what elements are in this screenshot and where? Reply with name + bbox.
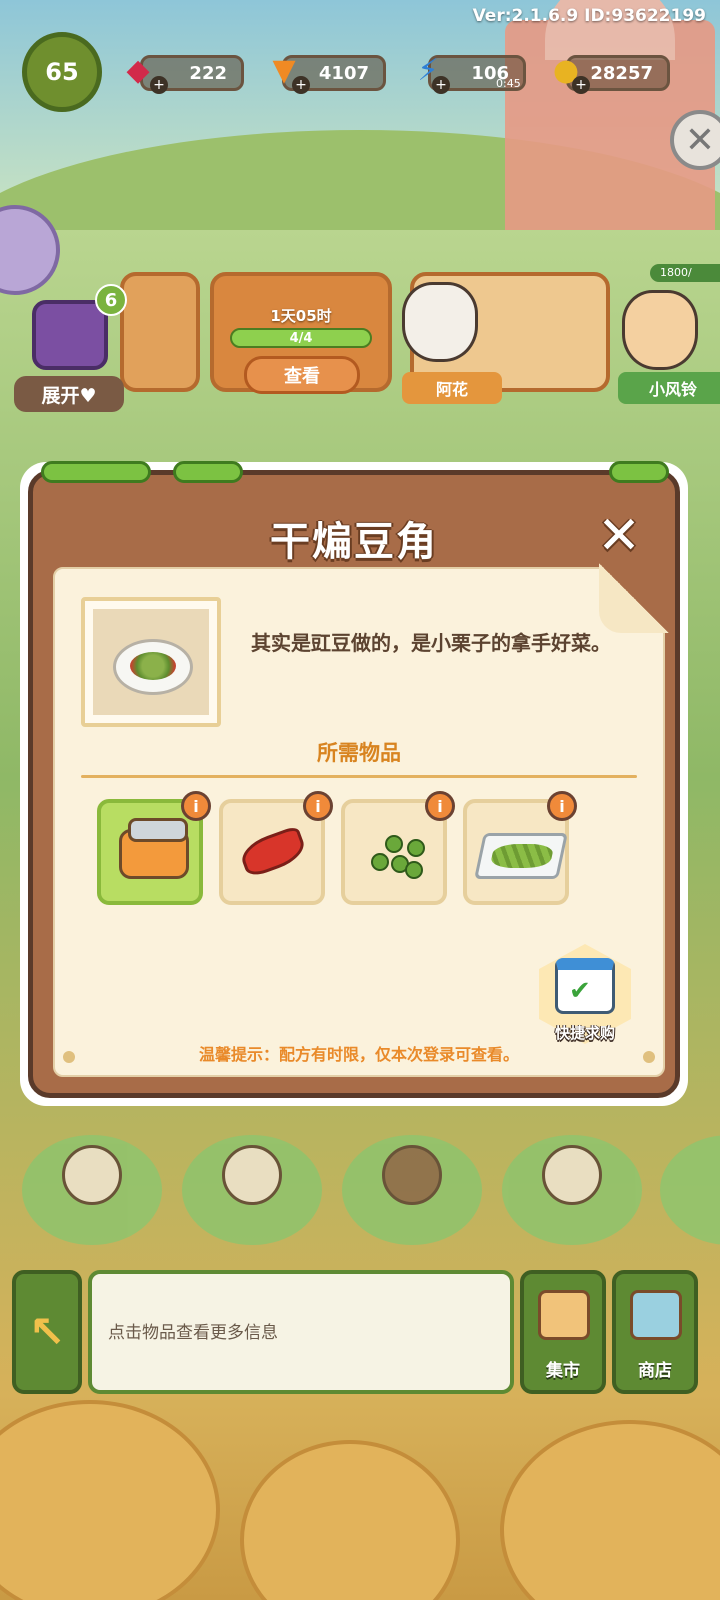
chest-count-badge: 6 bbox=[95, 284, 127, 316]
item-info-hint: 点击物品查看更多信息 bbox=[108, 1323, 278, 1343]
shop-label: 商店 bbox=[638, 1361, 672, 1381]
required-item-green-beans[interactable]: i bbox=[463, 791, 577, 905]
market-stall-icon bbox=[538, 1290, 590, 1340]
checkmark-icon: ✔ bbox=[569, 976, 591, 1006]
recipe-paper: 其实是豇豆做的，是小栗子的拿手好菜。 所需物品 i i i i ✔ 快捷求购 温… bbox=[53, 563, 669, 1077]
info-icon[interactable]: i bbox=[547, 791, 577, 821]
dialog-close-icon[interactable]: ✕ bbox=[593, 510, 645, 563]
add-coins-icon[interactable]: + bbox=[572, 76, 590, 94]
coins-value: 28257 bbox=[590, 62, 653, 84]
rabbit-avatar bbox=[62, 1145, 122, 1205]
chili-icon bbox=[237, 825, 309, 879]
farmhand-slot[interactable] bbox=[502, 1135, 642, 1245]
required-item-chili[interactable]: i bbox=[219, 791, 333, 905]
npc-progress-bar: 1800/ bbox=[650, 264, 720, 282]
order-card[interactable] bbox=[120, 272, 200, 392]
info-icon[interactable]: i bbox=[181, 791, 211, 821]
farmhand-slot[interactable] bbox=[182, 1135, 322, 1245]
green-beans-tray-icon bbox=[474, 833, 568, 879]
shiba-npc[interactable] bbox=[622, 290, 698, 370]
add-carrots-icon[interactable]: + bbox=[292, 76, 310, 94]
grass-decoration bbox=[609, 461, 669, 483]
info-icon[interactable]: i bbox=[303, 791, 333, 821]
dog-avatar bbox=[222, 1145, 282, 1205]
back-arrow-icon: ↖ bbox=[28, 1306, 66, 1358]
owl-avatar bbox=[382, 1145, 442, 1205]
dish-description: 其实是豇豆做的，是小栗子的拿手好菜。 bbox=[251, 631, 611, 655]
farmhand-slot[interactable] bbox=[22, 1135, 162, 1245]
dish-image-frame bbox=[81, 597, 221, 727]
section-divider bbox=[81, 775, 637, 778]
carrots-value: 4107 bbox=[318, 62, 369, 84]
required-item-pot[interactable]: i bbox=[97, 791, 211, 905]
treasure-chest-icon[interactable] bbox=[32, 300, 108, 370]
required-items-list: i i i i bbox=[97, 791, 577, 905]
version-id-text: Ver:2.1.6.9 ID:93622199 bbox=[472, 6, 706, 26]
quick-buy-label: 快捷求购 bbox=[554, 1024, 615, 1042]
energy-timer: 0:45 bbox=[496, 77, 521, 90]
market-label: 集市 bbox=[546, 1361, 580, 1381]
level-value: 65 bbox=[45, 58, 79, 86]
dialog-frame: 干煸豆角 ✕ 其实是豇豆做的，是小栗子的拿手好菜。 所需物品 i i i i ✔… bbox=[28, 461, 680, 1098]
add-energy-icon[interactable]: + bbox=[432, 76, 450, 94]
grass-decoration bbox=[41, 461, 151, 483]
grass-decoration bbox=[173, 461, 243, 483]
required-item-pepper[interactable]: i bbox=[341, 791, 455, 905]
cat-avatar bbox=[542, 1145, 602, 1205]
back-button[interactable]: ↖ bbox=[12, 1270, 82, 1394]
expand-button[interactable]: 展开♥ bbox=[14, 376, 124, 412]
tip-text: 温馨提示：配方有时限，仅本次登录可查看。 bbox=[198, 1045, 519, 1064]
required-items-title: 所需物品 bbox=[317, 741, 401, 765]
recipe-dialog: 干煸豆角 ✕ 其实是豇豆做的，是小栗子的拿手好菜。 所需物品 i i i i ✔… bbox=[20, 461, 688, 1106]
info-icon[interactable]: i bbox=[425, 791, 455, 821]
page-fold bbox=[599, 563, 669, 633]
add-gems-icon[interactable]: + bbox=[150, 76, 168, 94]
tiger-cat-npc[interactable] bbox=[402, 282, 478, 362]
player-level-badge[interactable]: 65 bbox=[22, 32, 102, 112]
view-order-button[interactable]: 查看 bbox=[244, 356, 360, 394]
dry-fried-beans-dish-icon bbox=[113, 639, 193, 695]
order-timer: 1天05时 bbox=[270, 307, 332, 325]
sichuan-pepper-icon bbox=[365, 825, 431, 887]
order-progress-bar: 4/4 bbox=[230, 328, 372, 348]
gems-value: 222 bbox=[189, 62, 227, 84]
order-progress-text: 4/4 bbox=[289, 330, 313, 346]
quick-buy-button[interactable]: ✔ 快捷求购 bbox=[533, 944, 637, 1054]
item-info-panel: 点击物品查看更多信息 bbox=[88, 1270, 514, 1394]
shop-building-icon bbox=[630, 1290, 682, 1340]
npc-name-tag: 阿花 bbox=[402, 372, 502, 404]
dialog-title: 干煸豆角 bbox=[270, 519, 438, 565]
farmhand-slot[interactable] bbox=[342, 1135, 482, 1245]
market-button[interactable]: 集市 bbox=[520, 1270, 606, 1394]
shop-button[interactable]: 商店 bbox=[612, 1270, 698, 1394]
npc-name-tag: 小风铃 bbox=[618, 372, 720, 404]
dish-image-background bbox=[93, 609, 209, 715]
pot-icon bbox=[119, 818, 189, 879]
